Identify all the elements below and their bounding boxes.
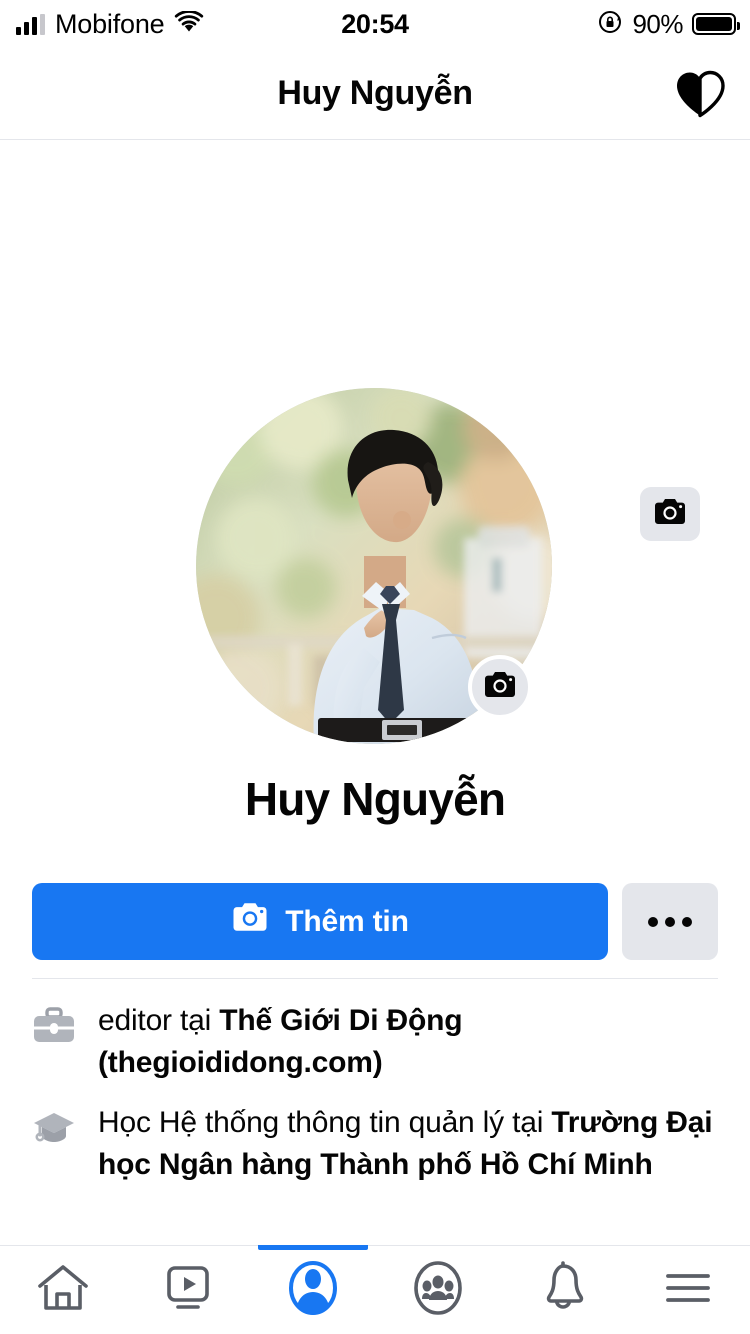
- graduation-cap-icon: [32, 1102, 76, 1153]
- detail-row-work[interactable]: editor tại Thế Giới Di Động (thegioidido…: [32, 1000, 722, 1084]
- education-prefix: Học Hệ thống thông tin quản lý tại: [98, 1106, 552, 1139]
- battery-percent-label: 90%: [632, 8, 683, 39]
- status-bar: Mobifone 20:54 90%: [0, 0, 750, 48]
- add-story-button[interactable]: Thêm tin: [32, 883, 608, 960]
- add-story-label: Thêm tin: [285, 904, 409, 938]
- camera-icon: [483, 670, 517, 705]
- tab-notifications[interactable]: [500, 1246, 625, 1334]
- groups-icon: [411, 1260, 465, 1321]
- edit-cover-photo-button[interactable]: [640, 487, 700, 541]
- more-options-button[interactable]: [622, 883, 718, 960]
- camera-icon: [231, 901, 269, 942]
- battery-icon: [692, 13, 740, 35]
- nav-header: Huy Nguyễn: [0, 48, 750, 140]
- profile-name: Huy Nguyễn: [244, 773, 506, 825]
- tab-home[interactable]: [0, 1246, 125, 1334]
- rotation-lock-icon: [597, 9, 623, 40]
- briefcase-icon: [32, 1000, 76, 1051]
- profile-action-row: Thêm tin: [32, 883, 718, 960]
- detail-text-work: editor tại Thế Giới Di Động (thegioidido…: [98, 1000, 722, 1084]
- tab-groups[interactable]: [375, 1246, 500, 1334]
- work-prefix: editor tại: [98, 1004, 220, 1037]
- home-icon: [35, 1262, 91, 1319]
- page-title: Huy Nguyễn: [277, 74, 473, 112]
- hamburger-menu-icon: [662, 1266, 714, 1315]
- bell-icon: [537, 1260, 589, 1321]
- camera-icon: [653, 497, 687, 532]
- tab-profile[interactable]: [250, 1244, 375, 1334]
- detail-row-education[interactable]: Học Hệ thống thông tin quản lý tại Trườn…: [32, 1102, 722, 1186]
- section-divider: [32, 978, 718, 979]
- active-tab-indicator: [257, 1244, 368, 1250]
- tab-watch[interactable]: [125, 1246, 250, 1334]
- profile-avatar-icon: [286, 1260, 340, 1321]
- detail-text-education: Học Hệ thống thông tin quản lý tại Trườn…: [98, 1102, 722, 1186]
- tab-menu[interactable]: [625, 1246, 750, 1334]
- bottom-tab-bar: [0, 1244, 750, 1334]
- profile-details: editor tại Thế Giới Di Động (thegioidido…: [32, 1000, 722, 1204]
- phone-screen: Mobifone 20:54 90% Huy Nguyễn Huy Nguyễn…: [0, 0, 750, 1334]
- video-play-icon: [161, 1262, 215, 1319]
- ellipsis-icon: [648, 916, 692, 927]
- half-heart-icon[interactable]: [674, 70, 726, 118]
- status-bar-right: 90%: [597, 8, 740, 40]
- edit-profile-photo-button[interactable]: [468, 655, 532, 719]
